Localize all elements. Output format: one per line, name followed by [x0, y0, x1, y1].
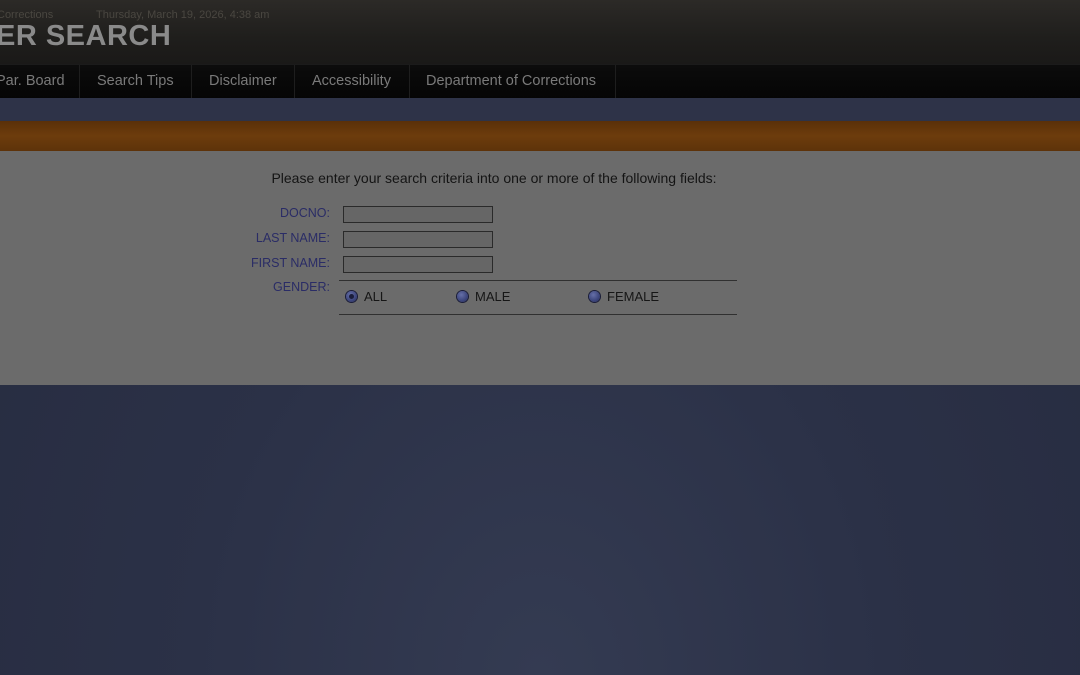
radio-female-label: FEMALE [607, 289, 660, 304]
gender-option-female[interactable]: FEMALE [589, 289, 659, 305]
first-name-label: FIRST NAME: [251, 256, 330, 270]
gender-divider-top [339, 280, 737, 281]
first-name-input[interactable] [343, 256, 493, 273]
radio-all-label: ALL [364, 289, 388, 304]
radio-female[interactable] [589, 290, 600, 302]
nav-item-par-board[interactable]: Par. Board [0, 65, 80, 98]
nav-item-search-tips[interactable]: Search Tips [80, 65, 192, 98]
gender-divider-bottom [339, 314, 737, 315]
search-panel [0, 151, 1080, 385]
search-instructions: Please enter your search criteria into o… [271, 170, 717, 186]
radio-male[interactable] [457, 290, 468, 302]
radio-all[interactable] [346, 290, 357, 302]
radio-male-label: MALE [475, 289, 511, 304]
docno-input[interactable] [343, 206, 493, 223]
last-name-label: LAST NAME: [255, 231, 330, 245]
docno-label: DOCNO: [280, 206, 330, 220]
site-header: Corrections Thursday, March 19, 2026, 4:… [0, 0, 1080, 64]
page-title: ER SEARCH [0, 20, 172, 52]
last-name-input[interactable] [343, 231, 493, 248]
gender-option-male[interactable]: MALE [457, 289, 510, 305]
nav-item-disclaimer[interactable]: Disclaimer [192, 65, 295, 98]
gender-label: GENDER: [273, 280, 330, 294]
nav-spacer-band [0, 98, 1080, 122]
main-nav: Par. Board Search Tips Disclaimer Access… [0, 64, 1080, 98]
gender-option-all[interactable]: ALL [346, 289, 387, 305]
nav-item-accessibility[interactable]: Accessibility [295, 65, 410, 98]
section-header-bar [0, 121, 1080, 151]
nav-item-department-of-corrections[interactable]: Department of Corrections [410, 65, 616, 98]
